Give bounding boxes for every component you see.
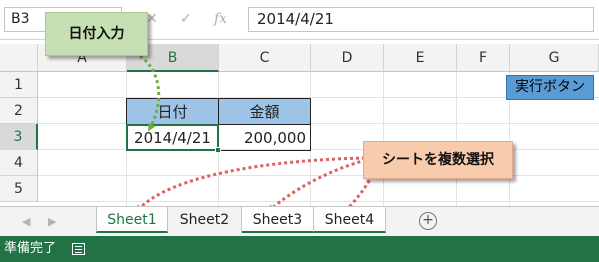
- gridline: [38, 149, 599, 150]
- gridline: [383, 72, 384, 206]
- callout-date-input: 日付入力: [45, 12, 148, 56]
- column-header-f[interactable]: F: [457, 44, 510, 72]
- column-header-d[interactable]: D: [311, 44, 384, 72]
- status-text: 準備完了: [4, 241, 57, 256]
- sheet-tab-3[interactable]: Sheet3: [242, 207, 314, 233]
- check-icon[interactable]: ✓: [180, 11, 192, 27]
- row-header-5[interactable]: 5: [0, 176, 38, 202]
- function-icon[interactable]: fx: [214, 11, 227, 27]
- gridline: [38, 123, 599, 124]
- cell-b2-date-header[interactable]: 日付: [126, 98, 219, 125]
- row-header-3[interactable]: 3: [0, 124, 38, 150]
- gridline: [38, 175, 599, 176]
- scroll-left-icon[interactable]: ◀: [22, 215, 30, 228]
- callout-select-sheets: シートを複数選択: [363, 141, 513, 179]
- macro-record-icon[interactable]: [72, 243, 85, 255]
- select-all-corner[interactable]: [0, 44, 38, 72]
- column-header-e[interactable]: E: [384, 44, 457, 72]
- row-header-4[interactable]: 4: [0, 150, 38, 176]
- sheet-tab-2[interactable]: Sheet2: [168, 207, 242, 233]
- row-header-1[interactable]: 1: [0, 72, 38, 98]
- gridline: [38, 201, 599, 202]
- run-button[interactable]: 実行ボタン: [506, 75, 594, 100]
- worksheet-grid[interactable]: A B C D E F G 1 2 3 4 5 日付 金額 2014/4/21 …: [0, 44, 599, 206]
- add-sheet-icon[interactable]: +: [419, 212, 437, 230]
- fill-handle[interactable]: [215, 147, 221, 153]
- cell-c2-amount-header[interactable]: 金額: [218, 98, 311, 125]
- sheet-tab-bar: ◀ ▶ Sheet1 Sheet2 Sheet3 Sheet4 +: [0, 206, 599, 236]
- sheet-tab-1[interactable]: Sheet1: [96, 207, 168, 233]
- column-header-g[interactable]: G: [510, 44, 599, 72]
- row-header-2[interactable]: 2: [0, 98, 38, 124]
- status-bar: 準備完了: [0, 236, 599, 262]
- cell-c3-amount-value[interactable]: 200,000: [218, 124, 311, 151]
- formula-input[interactable]: 2014/4/21: [248, 7, 594, 32]
- scroll-right-icon[interactable]: ▶: [48, 215, 56, 228]
- sheet-tab-4[interactable]: Sheet4: [314, 207, 386, 233]
- column-header-c[interactable]: C: [219, 44, 311, 72]
- gridline: [456, 72, 457, 206]
- active-cell-border: [126, 124, 219, 151]
